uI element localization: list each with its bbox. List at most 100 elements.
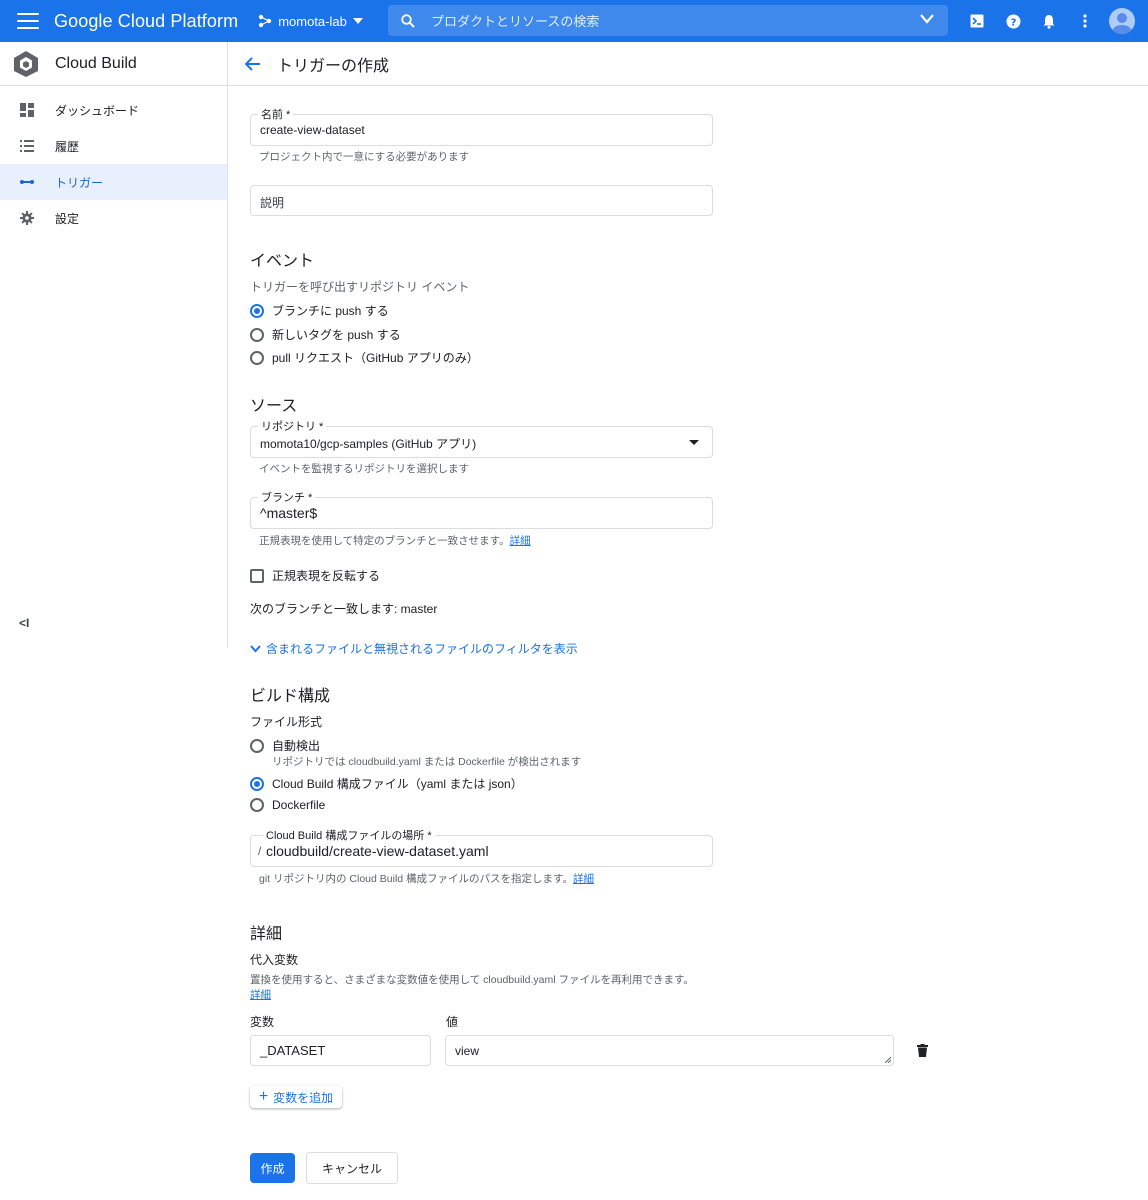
more-vert-icon[interactable]: [1067, 0, 1103, 42]
sidebar-item-label: 設定: [55, 211, 80, 226]
file-filter-label: 含まれるファイルと無視されるファイルのフィルタを表示: [266, 642, 578, 656]
substitutions-details-link[interactable]: 詳細: [250, 987, 271, 1002]
create-button[interactable]: 作成: [250, 1153, 295, 1183]
variable-column-header: 変数: [250, 1015, 275, 1029]
radio-label: pull リクエスト（GitHub アプリのみ）: [272, 351, 479, 365]
collapse-sidebar-button[interactable]: <I: [19, 616, 29, 630]
sidebar-item-label: ダッシュボード: [55, 103, 140, 118]
details-section-title: 詳細: [250, 926, 283, 943]
product-name: Cloud Build: [55, 54, 137, 72]
cancel-button[interactable]: キャンセル: [306, 1152, 398, 1184]
name-field[interactable]: 名前 * create-view-dataset: [250, 106, 713, 146]
top-app-bar: Google Cloud Platform momota-lab プロダクトとリ…: [0, 0, 1148, 42]
sidebar-item-label: 履歴: [55, 139, 80, 154]
search-bar[interactable]: プロダクトとリソースの検索: [388, 5, 948, 36]
product-header: Cloud Build: [0, 42, 227, 86]
file-filter-toggle[interactable]: 含まれるファイルと無視されるファイルのフィルタを表示: [250, 640, 578, 657]
invert-regex-checkbox-row[interactable]: 正規表現を反転する: [250, 567, 380, 584]
description-field[interactable]: 説明: [250, 185, 713, 216]
name-label: 名前 *: [258, 106, 294, 122]
radio-selected[interactable]: [250, 303, 264, 318]
chevron-down-icon: [250, 644, 261, 652]
branch-hint-text: 正規表現を使用して特定のブランチと一致させます。: [259, 535, 510, 547]
page-title: トリガーの作成: [277, 57, 390, 75]
chevron-down-icon: [352, 18, 363, 24]
add-variable-button[interactable]: + 変数を追加: [250, 1086, 342, 1108]
search-icon: [401, 13, 415, 28]
branch-match-text: 次のブランチと一致します: master: [250, 602, 438, 616]
page-header: トリガーの作成: [228, 42, 1148, 86]
dashboard-icon: [18, 103, 36, 117]
config-location-details-link[interactable]: 詳細: [573, 873, 594, 885]
autodetect-hint: リポジトリでは cloudbuild.yaml または Dockerfile が…: [272, 756, 582, 768]
radio-unselected[interactable]: [250, 738, 264, 753]
config-location-hint-text: git リポジトリ内の Cloud Build 構成ファイルのパスを指定します。: [259, 873, 573, 885]
repository-select[interactable]: リポジトリ * momota10/gcp-samples (GitHub アプリ…: [250, 418, 713, 458]
project-selector[interactable]: momota-lab: [258, 14, 363, 29]
add-variable-label: 変数を追加: [273, 1090, 334, 1105]
search-input[interactable]: プロダクトとリソースの検索: [431, 11, 599, 30]
project-name: momota-lab: [278, 13, 347, 29]
brand-title[interactable]: Google Cloud Platform: [54, 11, 238, 32]
substitutions-label: 代入変数: [250, 953, 299, 967]
event-option-pull-request[interactable]: pull リクエスト（GitHub アプリのみ）: [250, 349, 479, 366]
file-type-label: ファイル形式: [250, 715, 323, 729]
sidebar: Cloud Build ダッシュボード 履歴 トリガー 設定 <I: [0, 42, 228, 648]
event-option-push-branch[interactable]: ブランチに push する: [250, 302, 389, 319]
sidebar-nav: ダッシュボード 履歴 トリガー 設定: [0, 92, 227, 236]
radio-unselected[interactable]: [250, 327, 264, 342]
build-config-section-title: ビルド構成: [250, 688, 331, 705]
branch-input[interactable]: ^master$: [260, 505, 317, 521]
sidebar-item-history[interactable]: 履歴: [0, 128, 227, 164]
branch-label: ブランチ *: [258, 489, 316, 505]
search-expand-icon[interactable]: [920, 14, 934, 24]
sidebar-item-dashboard[interactable]: ダッシュボード: [0, 92, 227, 128]
config-location-label: Cloud Build 構成ファイルの場所 *: [263, 827, 435, 843]
build-option-autodetect[interactable]: 自動検出: [250, 737, 320, 754]
config-location-input[interactable]: cloudbuild/create-view-dataset.yaml: [266, 843, 489, 859]
notifications-icon[interactable]: [1031, 0, 1067, 42]
project-icon: [259, 14, 272, 28]
plus-icon: +: [258, 1088, 269, 1105]
dropdown-arrow-icon: [689, 440, 699, 445]
sidebar-item-label: トリガー: [55, 175, 104, 190]
value-column-header: 値: [446, 1015, 459, 1029]
invert-regex-checkbox[interactable]: [250, 568, 264, 583]
radio-label: 新しいタグを push する: [272, 328, 401, 342]
name-hint: プロジェクト内で一意にする必要があります: [259, 151, 470, 163]
event-option-push-tag[interactable]: 新しいタグを push する: [250, 326, 401, 343]
delete-icon[interactable]: [917, 1044, 928, 1057]
description-input[interactable]: 説明: [260, 194, 284, 211]
repository-label: リポジトリ *: [258, 418, 327, 434]
sidebar-item-settings[interactable]: 設定: [0, 200, 227, 236]
source-section-title: ソース: [250, 398, 298, 415]
sidebar-item-triggers[interactable]: トリガー: [0, 164, 227, 200]
menu-icon[interactable]: [17, 13, 39, 29]
repository-hint: イベントを監視するリポジトリを選択します: [259, 463, 469, 475]
variable-input-field[interactable]: _DATASET: [250, 1035, 431, 1066]
cloud-shell-icon[interactable]: [959, 0, 995, 42]
help-icon[interactable]: ?: [995, 0, 1031, 42]
list-icon: [18, 140, 36, 152]
event-description: トリガーを呼び出すリポジトリ イベント: [250, 280, 470, 294]
value-textarea[interactable]: view: [455, 1044, 479, 1058]
radio-label: ブランチに push する: [272, 304, 389, 318]
radio-unselected[interactable]: [250, 798, 264, 812]
config-location-hint: git リポジトリ内の Cloud Build 構成ファイルのパスを指定します。…: [259, 871, 594, 886]
config-location-field[interactable]: Cloud Build 構成ファイルの場所 * / cloudbuild/cre…: [250, 827, 713, 867]
radio-selected[interactable]: [250, 776, 264, 791]
build-option-config-file[interactable]: Cloud Build 構成ファイル（yaml または json）: [250, 775, 523, 792]
radio-unselected[interactable]: [250, 350, 264, 365]
value-textarea-field[interactable]: view: [445, 1035, 894, 1066]
repository-value: momota10/gcp-samples (GitHub アプリ): [260, 437, 477, 451]
account-avatar[interactable]: [1109, 8, 1135, 34]
back-arrow-icon[interactable]: [245, 56, 261, 71]
name-input[interactable]: create-view-dataset: [260, 123, 365, 137]
cloud-build-logo-icon: [14, 50, 38, 77]
build-option-dockerfile[interactable]: Dockerfile: [250, 798, 325, 812]
variable-input[interactable]: _DATASET: [260, 1043, 325, 1058]
branch-field[interactable]: ブランチ * ^master$: [250, 489, 713, 529]
gear-icon: [18, 211, 36, 225]
resize-handle-icon[interactable]: [884, 1056, 891, 1063]
branch-details-link[interactable]: 詳細: [510, 535, 531, 547]
